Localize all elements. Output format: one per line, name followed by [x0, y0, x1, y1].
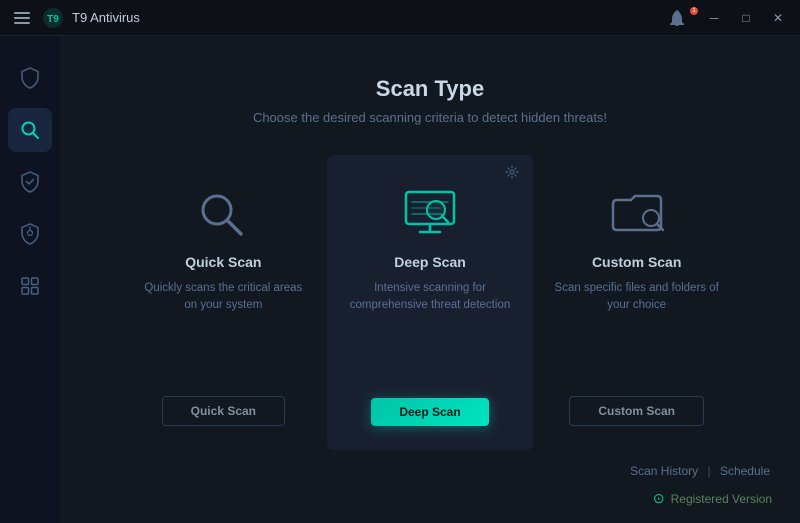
notification-badge[interactable]: 1 — [666, 9, 696, 27]
custom-scan-title: Custom Scan — [592, 254, 681, 270]
content-area: Scan Type Choose the desired scanning cr… — [60, 36, 800, 523]
deep-scan-icon — [395, 185, 465, 240]
hamburger-menu-button[interactable] — [10, 8, 34, 28]
footer-divider: | — [704, 464, 714, 478]
deep-scan-button[interactable]: Deep Scan — [371, 398, 488, 426]
sidebar-item-scan[interactable] — [8, 108, 52, 152]
sidebar-item-protection[interactable] — [8, 56, 52, 100]
close-button[interactable]: ✕ — [764, 7, 792, 29]
scan-history-link[interactable]: Scan History — [624, 462, 704, 480]
footer-links: Scan History | Schedule — [624, 462, 776, 480]
quick-scan-card: Quick Scan Quickly scans the critical ar… — [120, 155, 327, 450]
search-icon — [20, 120, 40, 140]
vpnshield-icon — [20, 223, 40, 245]
quick-scan-desc: Quickly scans the critical areas on your… — [140, 280, 307, 376]
deep-scan-title: Deep Scan — [394, 254, 466, 270]
custom-scan-card: Custom Scan Scan specific files and fold… — [533, 155, 740, 450]
custom-scan-button[interactable]: Custom Scan — [569, 396, 704, 426]
settings-icon[interactable] — [505, 165, 519, 182]
custom-scan-desc: Scan specific files and folders of your … — [553, 280, 720, 376]
quick-scan-button[interactable]: Quick Scan — [162, 396, 285, 426]
sidebar-item-safe[interactable] — [8, 160, 52, 204]
app-logo: T9 — [42, 7, 64, 29]
title-bar-left: T9 T9 Antivirus — [10, 7, 140, 29]
check-circle-icon: ⊙ — [653, 490, 665, 507]
svg-text:T9: T9 — [47, 14, 59, 25]
deep-scan-desc: Intensive scanning for comprehensive thr… — [347, 280, 514, 378]
page-subtitle: Choose the desired scanning criteria to … — [80, 110, 780, 125]
title-bar-right: 1 ─ □ ✕ — [666, 7, 792, 29]
registered-version: ⊙ Registered Version — [653, 490, 776, 507]
custom-scan-icon — [602, 185, 672, 240]
content-footer: Scan History | Schedule ⊙ Registered Ver… — [60, 450, 800, 523]
scan-cards-container: Quick Scan Quickly scans the critical ar… — [60, 155, 800, 450]
schedule-link[interactable]: Schedule — [714, 462, 776, 480]
title-bar: T9 T9 Antivirus 1 ─ □ ✕ — [0, 0, 800, 36]
maximize-button[interactable]: □ — [732, 7, 760, 29]
page-header: Scan Type Choose the desired scanning cr… — [60, 36, 800, 155]
sidebar — [0, 36, 60, 523]
deep-scan-card: Deep Scan Intensive scanning for compreh… — [327, 155, 534, 450]
quick-scan-icon — [188, 185, 258, 240]
page-title: Scan Type — [80, 76, 780, 102]
notification-icon[interactable]: 1 — [666, 9, 688, 27]
main-layout: Scan Type Choose the desired scanning cr… — [0, 36, 800, 523]
quick-scan-title: Quick Scan — [185, 254, 261, 270]
minimize-button[interactable]: ─ — [700, 7, 728, 29]
grid-icon — [21, 277, 39, 295]
app-title: T9 Antivirus — [72, 10, 140, 25]
sidebar-item-vpn[interactable] — [8, 212, 52, 256]
checkshield-icon — [20, 171, 40, 193]
shield-icon — [20, 67, 40, 89]
notification-count: 1 — [690, 7, 698, 15]
registered-label: Registered Version — [671, 492, 772, 506]
sidebar-item-tools[interactable] — [8, 264, 52, 308]
